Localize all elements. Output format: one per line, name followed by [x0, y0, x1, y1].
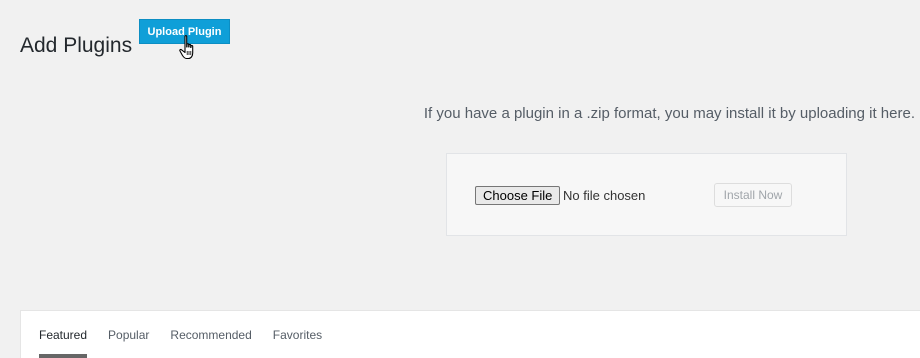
tab-recommended[interactable]: Recommended — [170, 327, 251, 343]
plugin-filter-bar: Featured Popular Recommended Favorites — [20, 310, 920, 358]
tab-popular[interactable]: Popular — [108, 327, 149, 343]
plugin-tabs: Featured Popular Recommended Favorites — [39, 327, 343, 358]
tab-featured[interactable]: Featured — [39, 327, 88, 358]
file-status-text: No file chosen — [563, 188, 646, 203]
tab-favorites[interactable]: Favorites — [273, 327, 322, 343]
upload-plugin-button[interactable]: Upload Plugin — [139, 19, 230, 44]
choose-file-button[interactable]: Choose File — [475, 186, 561, 205]
upload-help-text: If you have a plugin in a .zip format, y… — [423, 105, 915, 122]
install-now-button[interactable]: Install Now — [714, 183, 792, 207]
page-title: Add Plugins — [20, 34, 133, 58]
upload-form: Choose File No file chosen Install Now — [446, 153, 847, 236]
